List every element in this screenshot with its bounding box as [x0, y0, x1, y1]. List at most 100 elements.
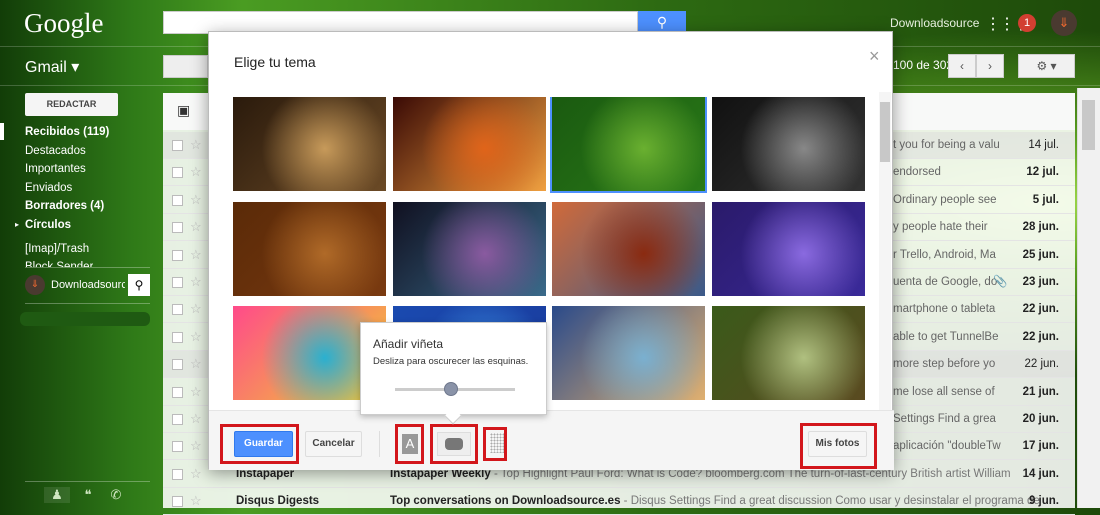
star-icon[interactable]: ☆	[190, 137, 202, 153]
dialog-scrollbar-thumb[interactable]	[880, 102, 890, 162]
theme-thumbnail-jellyfish[interactable]	[712, 202, 865, 296]
highlight-box	[430, 424, 478, 464]
highlight-box	[395, 424, 424, 464]
email-checkbox[interactable]	[172, 194, 183, 206]
theme-grid	[233, 97, 866, 410]
email-date: 21 jun.	[1022, 385, 1059, 398]
email-row[interactable]: ☆ Disqus Digests Top conversations on Down…	[163, 488, 1075, 515]
email-date: 20 jun.	[1022, 413, 1059, 425]
star-icon[interactable]: ☆	[190, 356, 202, 372]
email-checkbox[interactable]	[172, 496, 183, 508]
email-snippet: aplicación "doubleTw	[893, 440, 1001, 453]
theme-thumbnail-forest[interactable]	[712, 306, 865, 400]
email-checkbox[interactable]	[172, 249, 183, 261]
email-snippet: y people hate their	[893, 221, 988, 234]
settings-button[interactable]: ⚙ ▾	[1018, 54, 1075, 78]
email-checkbox[interactable]	[172, 140, 183, 151]
star-icon[interactable]: ☆	[190, 301, 202, 317]
next-page-button[interactable]: ›	[976, 54, 1004, 78]
notifications-badge[interactable]: 1	[1018, 14, 1036, 32]
divider	[25, 481, 150, 482]
cancel-button[interactable]: Cancelar	[305, 431, 362, 457]
email-snippet: more step before yo	[893, 358, 996, 371]
theme-thumbnail-bokeh[interactable]	[393, 202, 546, 296]
email-date: 28 jun.	[1022, 221, 1059, 234]
email-date: 14 jun.	[1022, 467, 1059, 480]
star-icon[interactable]: ☆	[190, 438, 202, 454]
email-checkbox[interactable]	[172, 468, 183, 480]
sidebar-item-inbox[interactable]: Recibidos (119)	[25, 126, 109, 138]
email-checkbox[interactable]	[172, 359, 183, 371]
email-checkbox[interactable]	[172, 167, 183, 179]
star-icon[interactable]: ☆	[190, 329, 202, 345]
hangouts-avatar: ⇓	[25, 275, 45, 295]
theme-dialog: Elige tu tema × Guardar Cancelar A Mis f…	[208, 31, 894, 470]
expand-arrow-icon[interactable]: ▸	[15, 220, 19, 229]
vignette-slider-handle[interactable]	[444, 382, 458, 396]
popup-description: Desliza para oscurecer las esquinas.	[373, 356, 529, 367]
select-all-checkbox[interactable]	[163, 55, 208, 78]
prev-page-button[interactable]: ‹	[948, 54, 976, 78]
selected-indicator	[0, 123, 4, 140]
search-icon: ⚲	[656, 14, 668, 30]
avatar[interactable]: ⇓	[1051, 10, 1077, 36]
email-date: 5 jul.	[1032, 193, 1059, 206]
sidebar-item-trash[interactable]: [Imap]/Trash	[25, 243, 89, 255]
email-snippet: me lose all sense of	[893, 385, 995, 398]
email-date: 22 jun.	[1022, 330, 1059, 343]
sidebar-item-starred[interactable]: Destacados	[25, 145, 86, 157]
email-snippet: endorsed	[893, 166, 941, 179]
page-count: 100 de 302	[893, 58, 954, 72]
sidebar-item-circles[interactable]: Círculos	[25, 219, 71, 231]
email-snippet: martphone o tableta	[893, 303, 996, 316]
star-icon[interactable]: ☆	[190, 384, 202, 400]
inbox-icon: ▣	[177, 102, 191, 118]
sidebar-item-drafts[interactable]: Borradores (4)	[25, 200, 104, 212]
email-checkbox[interactable]	[172, 331, 183, 343]
contact-item[interactable]	[20, 312, 150, 326]
divider	[25, 267, 150, 268]
star-icon[interactable]: ☆	[190, 411, 202, 427]
email-checkbox[interactable]	[172, 222, 183, 234]
highlight-box	[220, 424, 299, 464]
star-icon[interactable]: ☆	[190, 164, 202, 180]
scrollbar-thumb[interactable]	[1082, 100, 1095, 150]
theme-thumbnail-leaves[interactable]	[233, 202, 386, 296]
star-icon[interactable]: ☆	[190, 493, 202, 509]
star-icon[interactable]: ☆	[190, 219, 202, 235]
email-date: 25 jun.	[1022, 248, 1059, 261]
email-snippet: Settings Find a grea	[893, 413, 996, 425]
compose-button[interactable]: REDACTAR	[25, 93, 118, 116]
email-date: 22 jun.	[1022, 303, 1059, 316]
divider	[379, 431, 380, 457]
email-checkbox[interactable]	[172, 277, 183, 288]
email-snippet: t you for being a valu	[893, 139, 1000, 151]
star-icon[interactable]: ☆	[190, 466, 202, 482]
scrollbar[interactable]	[1077, 88, 1100, 508]
email-checkbox[interactable]	[172, 441, 183, 453]
email-checkbox[interactable]	[172, 304, 183, 316]
star-icon[interactable]: ☆	[190, 192, 202, 208]
gmail-menu[interactable]: Gmail ▾	[25, 57, 79, 77]
email-checkbox[interactable]	[172, 414, 183, 425]
account-name[interactable]: Downloadsource	[890, 16, 979, 30]
sidebar-item-sent[interactable]: Enviados	[25, 182, 72, 194]
theme-thumbnail-grand-canyon[interactable]	[552, 202, 705, 296]
theme-thumbnail-caterpillar[interactable]	[550, 97, 707, 193]
close-icon[interactable]: ×	[869, 46, 880, 67]
sidebar-item-important[interactable]: Importantes	[25, 163, 86, 175]
theme-thumbnail-tubes[interactable]	[712, 97, 865, 191]
email-date: 17 jun.	[1022, 440, 1059, 453]
person-icon[interactable]: ♟	[44, 487, 70, 503]
google-logo[interactable]: Google	[24, 8, 103, 39]
email-checkbox[interactable]	[172, 386, 183, 398]
hangouts-icon[interactable]: ❝	[75, 487, 101, 503]
theme-thumbnail-chess[interactable]	[233, 97, 386, 191]
theme-thumbnail-canyon[interactable]	[393, 97, 546, 191]
theme-thumbnail-beach[interactable]	[552, 306, 705, 400]
star-icon[interactable]: ☆	[190, 247, 202, 263]
phone-icon[interactable]: ✆	[103, 487, 129, 503]
hangouts-search-icon[interactable]: ⚲	[128, 274, 150, 296]
star-icon[interactable]: ☆	[190, 274, 202, 290]
hangouts-name[interactable]: Downloadsource	[51, 279, 125, 291]
